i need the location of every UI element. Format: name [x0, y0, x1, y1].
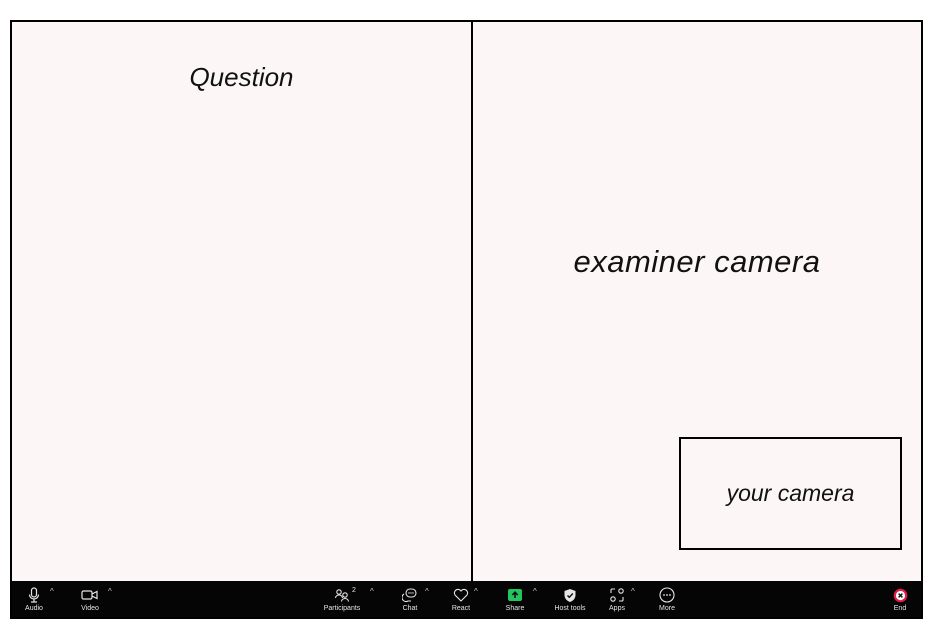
chat-button[interactable]: Chat	[396, 581, 424, 617]
meeting-window: Question examiner camera your camera Aud…	[10, 20, 923, 619]
video-button[interactable]: Video	[76, 581, 104, 617]
apps-options-caret[interactable]: ^	[631, 588, 635, 596]
participants-icon	[334, 585, 350, 605]
video-options-caret[interactable]: ^	[108, 588, 112, 596]
question-panel: Question	[12, 22, 473, 581]
participants-label: Participants	[323, 605, 361, 612]
heart-icon	[453, 585, 469, 605]
audio-button[interactable]: Audio	[20, 581, 48, 617]
chat-options-caret[interactable]: ^	[425, 588, 429, 596]
react-options-caret[interactable]: ^	[474, 588, 478, 596]
react-button[interactable]: React	[447, 581, 475, 617]
participants-count: 2	[352, 587, 356, 594]
apps-label: Apps	[609, 605, 625, 612]
meeting-toolbar: Audio ^ Video ^ Participants 2 ^ Chat ^	[12, 581, 921, 617]
participants-button[interactable]: Participants	[319, 581, 365, 617]
self-camera-label: your camera	[726, 480, 855, 506]
examiner-camera-label: examiner camera	[573, 244, 821, 279]
host-tools-button[interactable]: Host tools	[549, 581, 591, 617]
question-label: Question	[189, 62, 294, 92]
share-screen-icon	[508, 585, 522, 605]
end-label: End	[893, 605, 907, 612]
more-label: More	[659, 605, 675, 612]
more-button[interactable]: More	[653, 581, 681, 617]
apps-button[interactable]: Apps	[604, 581, 630, 617]
more-icon	[659, 585, 675, 605]
share-button[interactable]: Share	[501, 581, 529, 617]
video-label: Video	[81, 605, 99, 612]
microphone-icon	[27, 585, 41, 605]
chat-label: Chat	[402, 605, 418, 612]
shield-icon	[563, 585, 577, 605]
chat-icon	[402, 585, 418, 605]
audio-options-caret[interactable]: ^	[50, 588, 54, 596]
host-tools-label: Host tools	[554, 605, 586, 612]
share-options-caret[interactable]: ^	[533, 588, 537, 596]
self-camera-view[interactable]: your camera	[679, 437, 902, 550]
video-camera-icon	[81, 585, 99, 605]
react-label: React	[451, 605, 471, 612]
examiner-camera-panel: examiner camera your camera	[473, 22, 921, 581]
audio-label: Audio	[25, 605, 43, 612]
apps-icon	[609, 585, 625, 605]
close-icon	[893, 585, 908, 605]
participants-options-caret[interactable]: ^	[370, 588, 374, 596]
end-button[interactable]: End	[888, 581, 912, 617]
share-label: Share	[505, 605, 525, 612]
